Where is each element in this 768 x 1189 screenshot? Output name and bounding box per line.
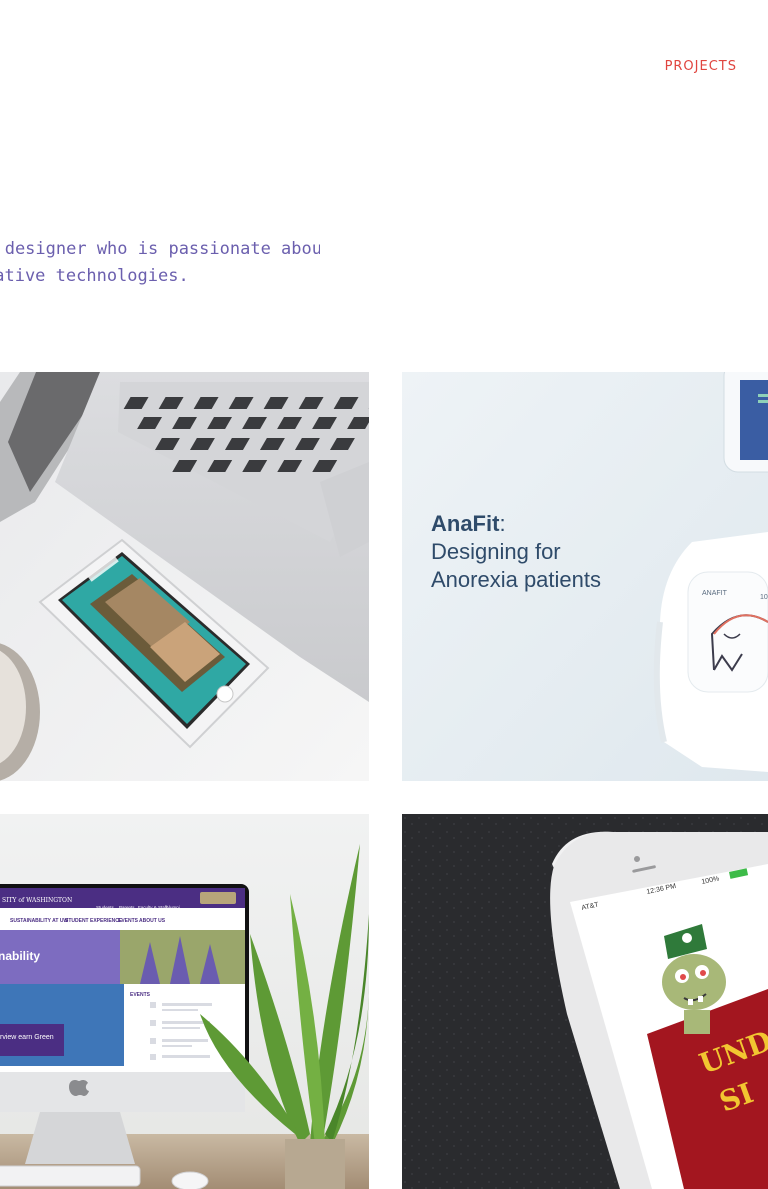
uw-nav-parents: Parents <box>119 905 135 910</box>
intro-text: ce designer who is passionate about vati… <box>0 236 320 290</box>
anafit-title: AnaFit <box>431 511 500 536</box>
uw-hero-text: nability <box>0 949 40 963</box>
anafit-title-colon: : <box>499 511 506 536</box>
intro-line-1: ce designer who is passionate about <box>0 239 320 259</box>
project-card-uw-sustainability[interactable]: SITY of WASHINGTON Students Parents Facu… <box>0 814 369 1189</box>
nav-projects-link[interactable]: PROJECTS <box>665 59 737 74</box>
uw-sustainability-image: SITY of WASHINGTON Students Parents Facu… <box>0 814 369 1189</box>
watch-label-right: 10 <box>760 594 768 601</box>
undersiege-image: AT&T 12:36 PM 100% UNDE SI <box>402 814 768 1189</box>
uw-site-title: SITY of WASHINGTON <box>2 897 72 904</box>
anafit-subtitle-line-1: Designing for <box>431 539 561 564</box>
uw-events-heading: EVENTS <box>130 992 151 998</box>
project-card-anafit[interactable]: ANAFIT 10 AnaFit: Designing for Anorexia… <box>402 372 768 781</box>
pet-app-mockup-image <box>0 372 369 781</box>
uw-menu-sustainability: SUSTAINABILITY AT UW <box>10 918 68 924</box>
uw-menu-about: ABOUT US <box>139 918 166 924</box>
project-card-undersiege[interactable]: AT&T 12:36 PM 100% UNDE SI <box>402 814 768 1189</box>
uw-menu-student-experience: STUDENT EXPERIENCE <box>65 918 123 924</box>
watch-label-left: ANAFIT <box>702 590 728 597</box>
intro-line-2: vative technologies. <box>0 266 189 286</box>
uw-menu-events: EVENTS <box>118 918 139 924</box>
uw-nav-alumni: Alumni <box>166 905 180 910</box>
uw-nav-faculty: Faculty & Staff <box>138 905 168 910</box>
uw-nav-students: Students <box>96 905 115 910</box>
uw-feature-text: rview earn Green <box>0 1034 54 1041</box>
anafit-subtitle-line-2: Anorexia patients <box>431 567 601 592</box>
anafit-title-block: AnaFit: Designing for Anorexia patients <box>431 510 601 594</box>
project-card-pet-app[interactable] <box>0 372 369 781</box>
